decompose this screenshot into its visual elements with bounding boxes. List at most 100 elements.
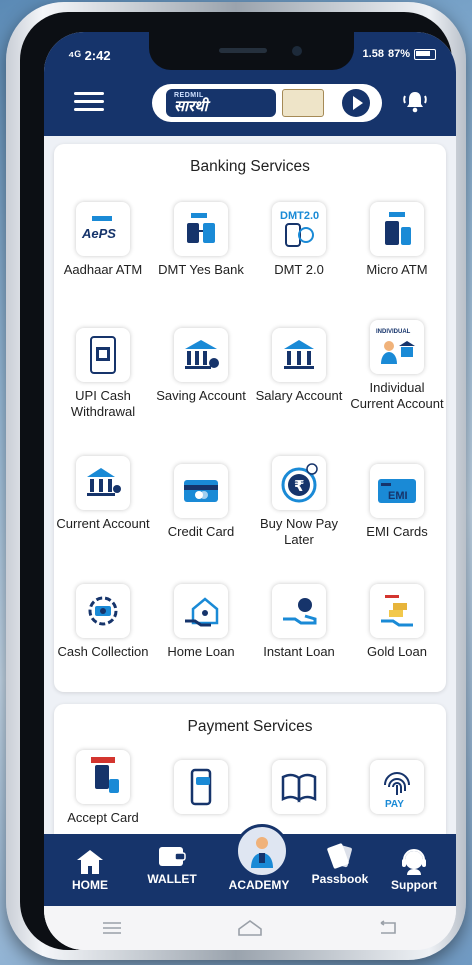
- tile-label: Instant Loan: [263, 644, 335, 659]
- payment-services-card: Payment Services Accept Card PAY: [54, 704, 446, 834]
- svg-text:₹: ₹: [294, 477, 304, 495]
- nav-home[interactable]: HOME: [52, 846, 128, 892]
- home-loan-icon: [174, 584, 228, 638]
- status-time: ⁴ᴳ 2:42: [68, 48, 111, 63]
- svg-text:AePS: AePS: [81, 226, 116, 241]
- emi-badge: EMI: [388, 490, 408, 502]
- nav-support-label: Support: [391, 878, 437, 892]
- notch: [149, 32, 354, 70]
- tile-gold-loan[interactable]: Gold Loan: [348, 584, 446, 660]
- brand-pill[interactable]: REDMIL सारथी: [152, 84, 382, 122]
- tile-emi-cards[interactable]: EMI EMI Cards: [348, 464, 446, 540]
- nav-home-label: HOME: [72, 878, 108, 892]
- instant-loan-icon: [272, 584, 326, 638]
- brand-big: सारथी: [174, 98, 208, 115]
- tile-label: Salary Account: [255, 388, 343, 403]
- mobile-sms-icon: [174, 760, 228, 814]
- tile-label: Individual Current Account: [350, 380, 444, 411]
- support-icon: [402, 849, 426, 875]
- tile-label: Aadhaar ATM: [63, 262, 143, 277]
- tile-dmt-yes-bank[interactable]: DMT Yes Bank: [152, 202, 250, 278]
- nav-passbook[interactable]: Passbook: [302, 840, 378, 886]
- tile-label: Saving Account: [156, 388, 246, 403]
- accept-card-icon: [76, 750, 130, 804]
- menu-icon[interactable]: [74, 92, 104, 112]
- nav-wallet[interactable]: WALLET: [134, 840, 210, 886]
- tile-label: DMT Yes Bank: [158, 262, 244, 277]
- tile-cash-collection[interactable]: Cash Collection: [54, 584, 152, 660]
- nav-academy-label: ACADEMY: [228, 878, 290, 892]
- bell-icon[interactable]: [400, 88, 430, 116]
- phone-bezel: ⁴ᴳ 2:42 1.58 87% REDMIL सारथी Banking Se…: [20, 12, 456, 950]
- tile-individual-current[interactable]: INDIVIDUAL Individual Current Account: [348, 320, 446, 412]
- fingerprint-pay-icon: PAY: [370, 760, 424, 814]
- bottom-nav: HOME WALLET ACADEMY Passbook Support: [44, 824, 456, 906]
- individual-current-icon: INDIVIDUAL: [370, 320, 424, 374]
- tile-label: Current Account: [56, 516, 150, 531]
- tile-label: Micro ATM: [366, 262, 428, 277]
- tile-label: Gold Loan: [367, 644, 427, 659]
- aeps-icon: AePS: [76, 202, 130, 256]
- tile-upi-cash[interactable]: UPI Cash Withdrawal: [54, 328, 152, 420]
- tile-saving-account[interactable]: Saving Account: [152, 328, 250, 404]
- pay-badge: PAY: [385, 799, 404, 809]
- payment-title: Payment Services: [187, 718, 313, 735]
- cash-collection-icon: [76, 584, 130, 638]
- tile-payment-sms[interactable]: [152, 760, 250, 814]
- gold-loan-icon: [370, 584, 424, 638]
- nav-wallet-label: WALLET: [147, 872, 197, 886]
- time-label: 2:42: [84, 48, 111, 63]
- current-account-icon: [76, 456, 130, 510]
- tile-payment-fingerprint[interactable]: PAY: [348, 760, 446, 814]
- salary-account-icon: [272, 328, 326, 382]
- tile-current-account[interactable]: Current Account: [54, 456, 152, 532]
- phone-frame: ⁴ᴳ 2:42 1.58 87% REDMIL सारथी Banking Se…: [6, 2, 466, 960]
- home-button-icon[interactable]: [237, 919, 263, 937]
- dmt2-icon: DMT2.0: [272, 202, 326, 256]
- battery-icon: [414, 48, 436, 60]
- banking-title: Banking Services: [190, 158, 310, 175]
- dmt-yes-bank-icon: [174, 202, 228, 256]
- brand-image: [282, 89, 324, 117]
- back-icon[interactable]: [377, 920, 399, 936]
- nav-support[interactable]: Support: [376, 846, 452, 892]
- tile-label: EMI Cards: [366, 524, 428, 539]
- tile-accept-card[interactable]: Accept Card: [54, 750, 152, 826]
- tile-label: Buy Now Pay Later: [259, 516, 339, 547]
- banking-services-card: Banking Services AePS Aadhaar ATM DMT Ye…: [54, 144, 446, 692]
- academy-icon[interactable]: [235, 824, 289, 878]
- tile-label: Cash Collection: [57, 644, 149, 659]
- home-icon: [77, 850, 103, 874]
- system-nav-bar: [44, 906, 456, 950]
- tile-bnpl[interactable]: ₹ Buy Now Pay Later: [250, 456, 348, 548]
- passbook-icon: [327, 843, 352, 869]
- tile-dmt-2[interactable]: DMT2.0 DMT 2.0: [250, 202, 348, 278]
- micro-atm-icon: [370, 202, 424, 256]
- bnpl-icon: ₹: [272, 456, 326, 510]
- tile-home-loan[interactable]: Home Loan: [152, 584, 250, 660]
- tile-label: Home Loan: [167, 644, 235, 659]
- nav-passbook-label: Passbook: [311, 872, 369, 886]
- signal-label: ⁴ᴳ: [68, 48, 81, 63]
- tile-credit-card[interactable]: Credit Card: [152, 464, 250, 540]
- play-icon[interactable]: [342, 89, 370, 117]
- tile-salary-account[interactable]: Salary Account: [250, 328, 348, 404]
- brand-logo: REDMIL सारथी: [166, 89, 276, 117]
- tile-micro-atm[interactable]: Micro ATM: [348, 202, 446, 278]
- individual-badge: INDIVIDUAL: [376, 329, 411, 335]
- battery-percent: 87%: [387, 48, 410, 60]
- tile-aadhaar-atm[interactable]: AePS Aadhaar ATM: [54, 202, 152, 278]
- emi-card-icon: EMI: [370, 464, 424, 518]
- tile-payment-book[interactable]: [250, 760, 348, 814]
- saving-account-icon: [174, 328, 228, 382]
- recent-apps-icon[interactable]: [101, 921, 123, 935]
- tile-label: UPI Cash Withdrawal: [70, 388, 136, 419]
- tile-label: DMT 2.0: [274, 262, 324, 277]
- credit-card-icon: [174, 464, 228, 518]
- nav-academy[interactable]: ACADEMY: [221, 878, 297, 892]
- dmt2-badge: DMT2.0: [280, 210, 319, 222]
- tile-instant-loan[interactable]: Instant Loan: [250, 584, 348, 660]
- upi-cash-icon: [76, 328, 130, 382]
- net-speed: 1.58: [362, 48, 384, 60]
- book-icon: [272, 760, 326, 814]
